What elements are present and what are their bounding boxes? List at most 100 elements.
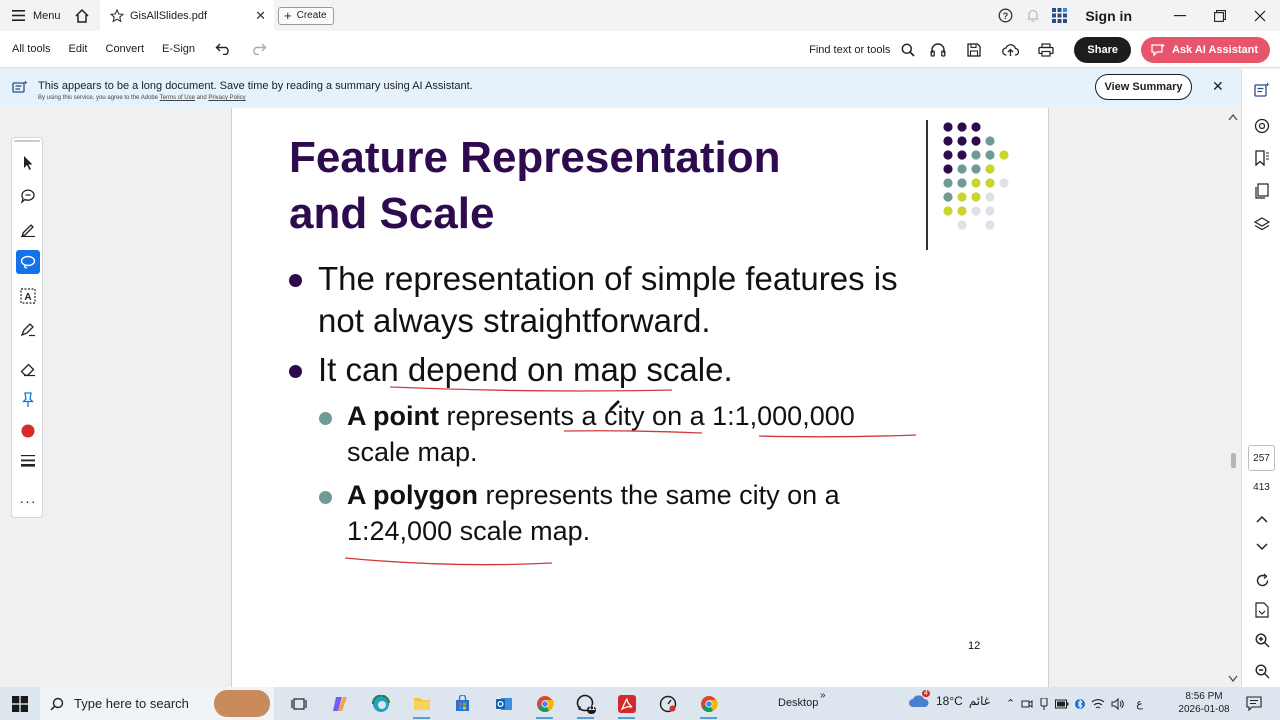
system-clock[interactable]: 8:56 PM 2026-01-08 xyxy=(1174,690,1234,716)
close-banner-icon[interactable]: ✕ xyxy=(1212,78,1224,95)
share-button[interactable]: Share xyxy=(1074,36,1131,63)
sign-in-link[interactable]: Sign in xyxy=(1085,8,1132,24)
vertical-scrollbar[interactable] xyxy=(1226,108,1240,687)
all-tools-link[interactable]: All tools xyxy=(12,43,51,55)
menu-button[interactable]: Menu xyxy=(0,10,62,22)
star-icon[interactable] xyxy=(110,8,124,23)
page-fit-button[interactable] xyxy=(1252,600,1272,620)
search-placeholder: Type here to search xyxy=(74,696,189,711)
show-hidden-icons-chevron-icon[interactable]: ⌃ xyxy=(1006,697,1015,710)
chrome-app[interactable] xyxy=(524,687,565,720)
esign-link[interactable]: E-Sign xyxy=(162,43,195,55)
next-page-button[interactable] xyxy=(1252,537,1272,557)
edit-link[interactable]: Edit xyxy=(69,43,88,55)
quick-tools-panel: A ··· xyxy=(11,137,43,518)
outlook-app[interactable] xyxy=(483,687,524,720)
help-icon[interactable]: ? xyxy=(992,0,1019,31)
headphones-icon xyxy=(930,43,946,57)
weather-condition: غائم xyxy=(968,694,991,708)
terms-of-use-link[interactable]: Terms of Use xyxy=(160,95,195,101)
zoom-out-icon xyxy=(1254,663,1269,678)
print-button[interactable] xyxy=(1028,31,1064,68)
banner-message: This appears to be a long document. Save… xyxy=(38,80,473,92)
privacy-policy-link[interactable]: Privacy Policy xyxy=(208,95,245,101)
right-sidebar: 257 413 xyxy=(1241,69,1280,687)
minimize-button[interactable] xyxy=(1160,0,1200,31)
folder-icon xyxy=(413,698,430,710)
ink-underline-scale-ratio xyxy=(758,434,917,438)
bell-icon[interactable] xyxy=(1019,0,1046,31)
battery-icon[interactable] xyxy=(1055,699,1069,709)
apps-grid-icon[interactable] xyxy=(1046,0,1073,31)
view-summary-button[interactable]: View Summary xyxy=(1095,74,1192,100)
zoom-out-button[interactable] xyxy=(1252,661,1272,681)
menu-label: Menu xyxy=(33,9,61,22)
search-button[interactable] xyxy=(896,31,920,68)
comment-tool[interactable] xyxy=(16,184,40,208)
usb-drive-icon[interactable] xyxy=(1039,697,1049,710)
weather-widget[interactable]: 4 18°C غائم xyxy=(908,690,991,709)
stroke-width-tool[interactable] xyxy=(16,449,40,473)
wifi-icon[interactable] xyxy=(1091,698,1105,710)
select-tool[interactable] xyxy=(16,151,40,175)
outlook-icon xyxy=(495,697,512,710)
ai-assistant-panel-icon[interactable] xyxy=(1252,80,1272,100)
close-icon xyxy=(1254,10,1266,21)
layers-panel-icon[interactable] xyxy=(1252,214,1272,234)
bluetooth-icon[interactable] xyxy=(1075,698,1086,710)
ink-annotations xyxy=(344,386,917,566)
current-page-input[interactable]: 257 xyxy=(1248,445,1275,471)
microsoft-store-app[interactable] xyxy=(442,687,483,720)
pages-panel-icon[interactable] xyxy=(1252,181,1272,201)
document-tab[interactable]: GisAllSlides.pdf ✕ xyxy=(100,0,274,31)
save-button[interactable] xyxy=(956,31,992,68)
chrome-app-2[interactable] xyxy=(688,687,729,720)
find-text-label[interactable]: Find text or tools xyxy=(809,44,890,56)
zoom-in-button[interactable] xyxy=(1252,630,1272,650)
upload-button[interactable] xyxy=(992,31,1028,68)
draw-freeform-tool[interactable] xyxy=(16,250,40,274)
task-view-button[interactable] xyxy=(278,687,319,720)
acrobat-app[interactable] xyxy=(606,687,647,720)
bookmarks-panel-icon[interactable] xyxy=(1252,148,1272,168)
notifications-button[interactable] xyxy=(1246,695,1262,716)
undo-icon xyxy=(215,43,229,55)
slide-page-number: 12 xyxy=(968,640,981,652)
desktop-toolbar-label[interactable]: Desktop xyxy=(778,697,818,709)
home-button[interactable] xyxy=(64,0,100,31)
read-aloud-button[interactable] xyxy=(920,31,956,68)
color-picker-tool[interactable] xyxy=(16,419,40,443)
clock-app[interactable] xyxy=(647,687,688,720)
input-language[interactable]: ع xyxy=(1136,697,1143,710)
rotate-button[interactable] xyxy=(1252,570,1272,590)
pin-tool[interactable] xyxy=(16,388,40,412)
comments-panel-icon[interactable] xyxy=(1252,116,1272,136)
undo-button[interactable] xyxy=(205,31,241,68)
close-window-button[interactable] xyxy=(1240,0,1280,31)
volume-icon[interactable] xyxy=(1111,697,1124,710)
fill-sign-tool[interactable] xyxy=(16,317,40,341)
close-tab-icon[interactable]: ✕ xyxy=(255,8,266,24)
panel-grip[interactable] xyxy=(14,140,40,142)
text-box-tool[interactable]: A xyxy=(16,284,40,308)
eraser-tool[interactable] xyxy=(16,358,40,382)
meet-now-icon[interactable] xyxy=(1021,698,1033,710)
convert-link[interactable]: Convert xyxy=(106,43,145,55)
taskbar-search[interactable]: Type here to search xyxy=(40,687,274,720)
more-tools-button[interactable]: ··· xyxy=(16,489,40,513)
cursor-arrow-icon xyxy=(24,156,33,170)
comment-icon xyxy=(20,189,35,204)
pen-nib-icon xyxy=(20,323,35,337)
previous-page-button[interactable] xyxy=(1252,509,1272,529)
copilot-app[interactable] xyxy=(319,687,360,720)
maximize-button[interactable] xyxy=(1200,0,1240,31)
desktop-chevron-icon[interactable]: » xyxy=(820,690,826,701)
file-explorer-app[interactable] xyxy=(401,687,442,720)
create-button[interactable]: + Create xyxy=(278,6,334,25)
redo-button[interactable] xyxy=(241,31,277,68)
highlight-tool[interactable] xyxy=(16,217,40,241)
start-button[interactable] xyxy=(0,687,40,720)
edge-app[interactable] xyxy=(360,687,401,720)
ask-ai-assistant-button[interactable]: Ask AI Assistant xyxy=(1141,36,1270,63)
whatsapp-app[interactable]: 11 xyxy=(565,687,606,720)
